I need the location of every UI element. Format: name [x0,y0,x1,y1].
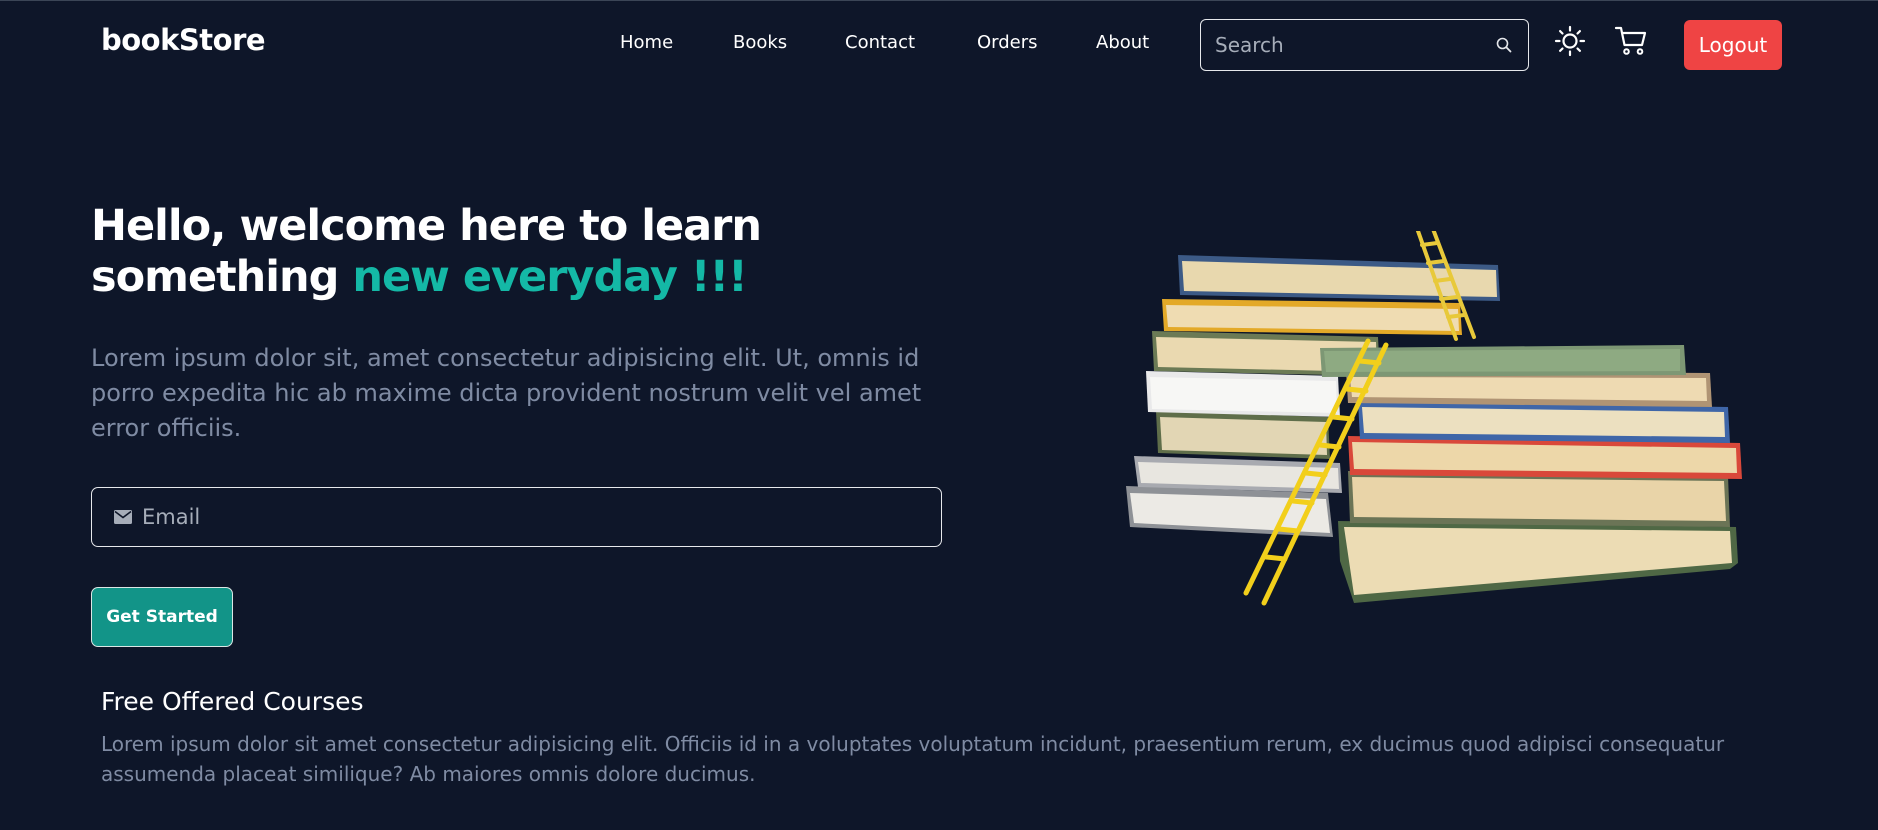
hero-title: Hello, welcome here to learn something n… [91,201,971,303]
hero-title-accent: new everyday !!! [352,252,747,302]
book-right-2 [1348,471,1730,527]
book-right-1 [1338,521,1738,603]
email-input[interactable] [142,502,922,532]
search-input[interactable] [1215,30,1485,60]
nav-contact-link[interactable]: Contact [845,32,915,53]
book-right-4 [1358,401,1730,443]
brand-logo[interactable]: bookStore [101,23,266,57]
book-left-1 [1126,486,1333,537]
books-illustration [1126,231,1742,606]
nav-books-link[interactable]: Books [733,32,787,53]
email-field-container [91,487,942,547]
nav-orders-link[interactable]: Orders [977,32,1038,53]
page: bookStore Home Books Contact Orders Abou… [0,0,1878,830]
search-icon[interactable] [1495,36,1513,54]
courses-description: Lorem ipsum dolor sit amet consectetur a… [101,732,1725,786]
nav-about-link[interactable]: About [1096,32,1149,53]
book-left-6 [1162,299,1462,335]
navbar: bookStore Home Books Contact Orders Abou… [0,1,1878,89]
hero-description: Lorem ipsum dolor sit, amet consectetur … [91,344,922,442]
mail-icon [114,510,132,524]
logout-button[interactable]: Logout [1684,20,1782,70]
nav-home-link[interactable]: Home [620,32,673,53]
cart-icon[interactable] [1614,25,1648,57]
book-left-3 [1156,411,1330,459]
courses-title: Free Offered Courses [101,687,364,716]
book-left-4 [1146,371,1340,417]
search-box [1200,19,1529,71]
get-started-button[interactable]: Get Started [91,587,233,647]
sun-icon[interactable] [1554,25,1586,57]
